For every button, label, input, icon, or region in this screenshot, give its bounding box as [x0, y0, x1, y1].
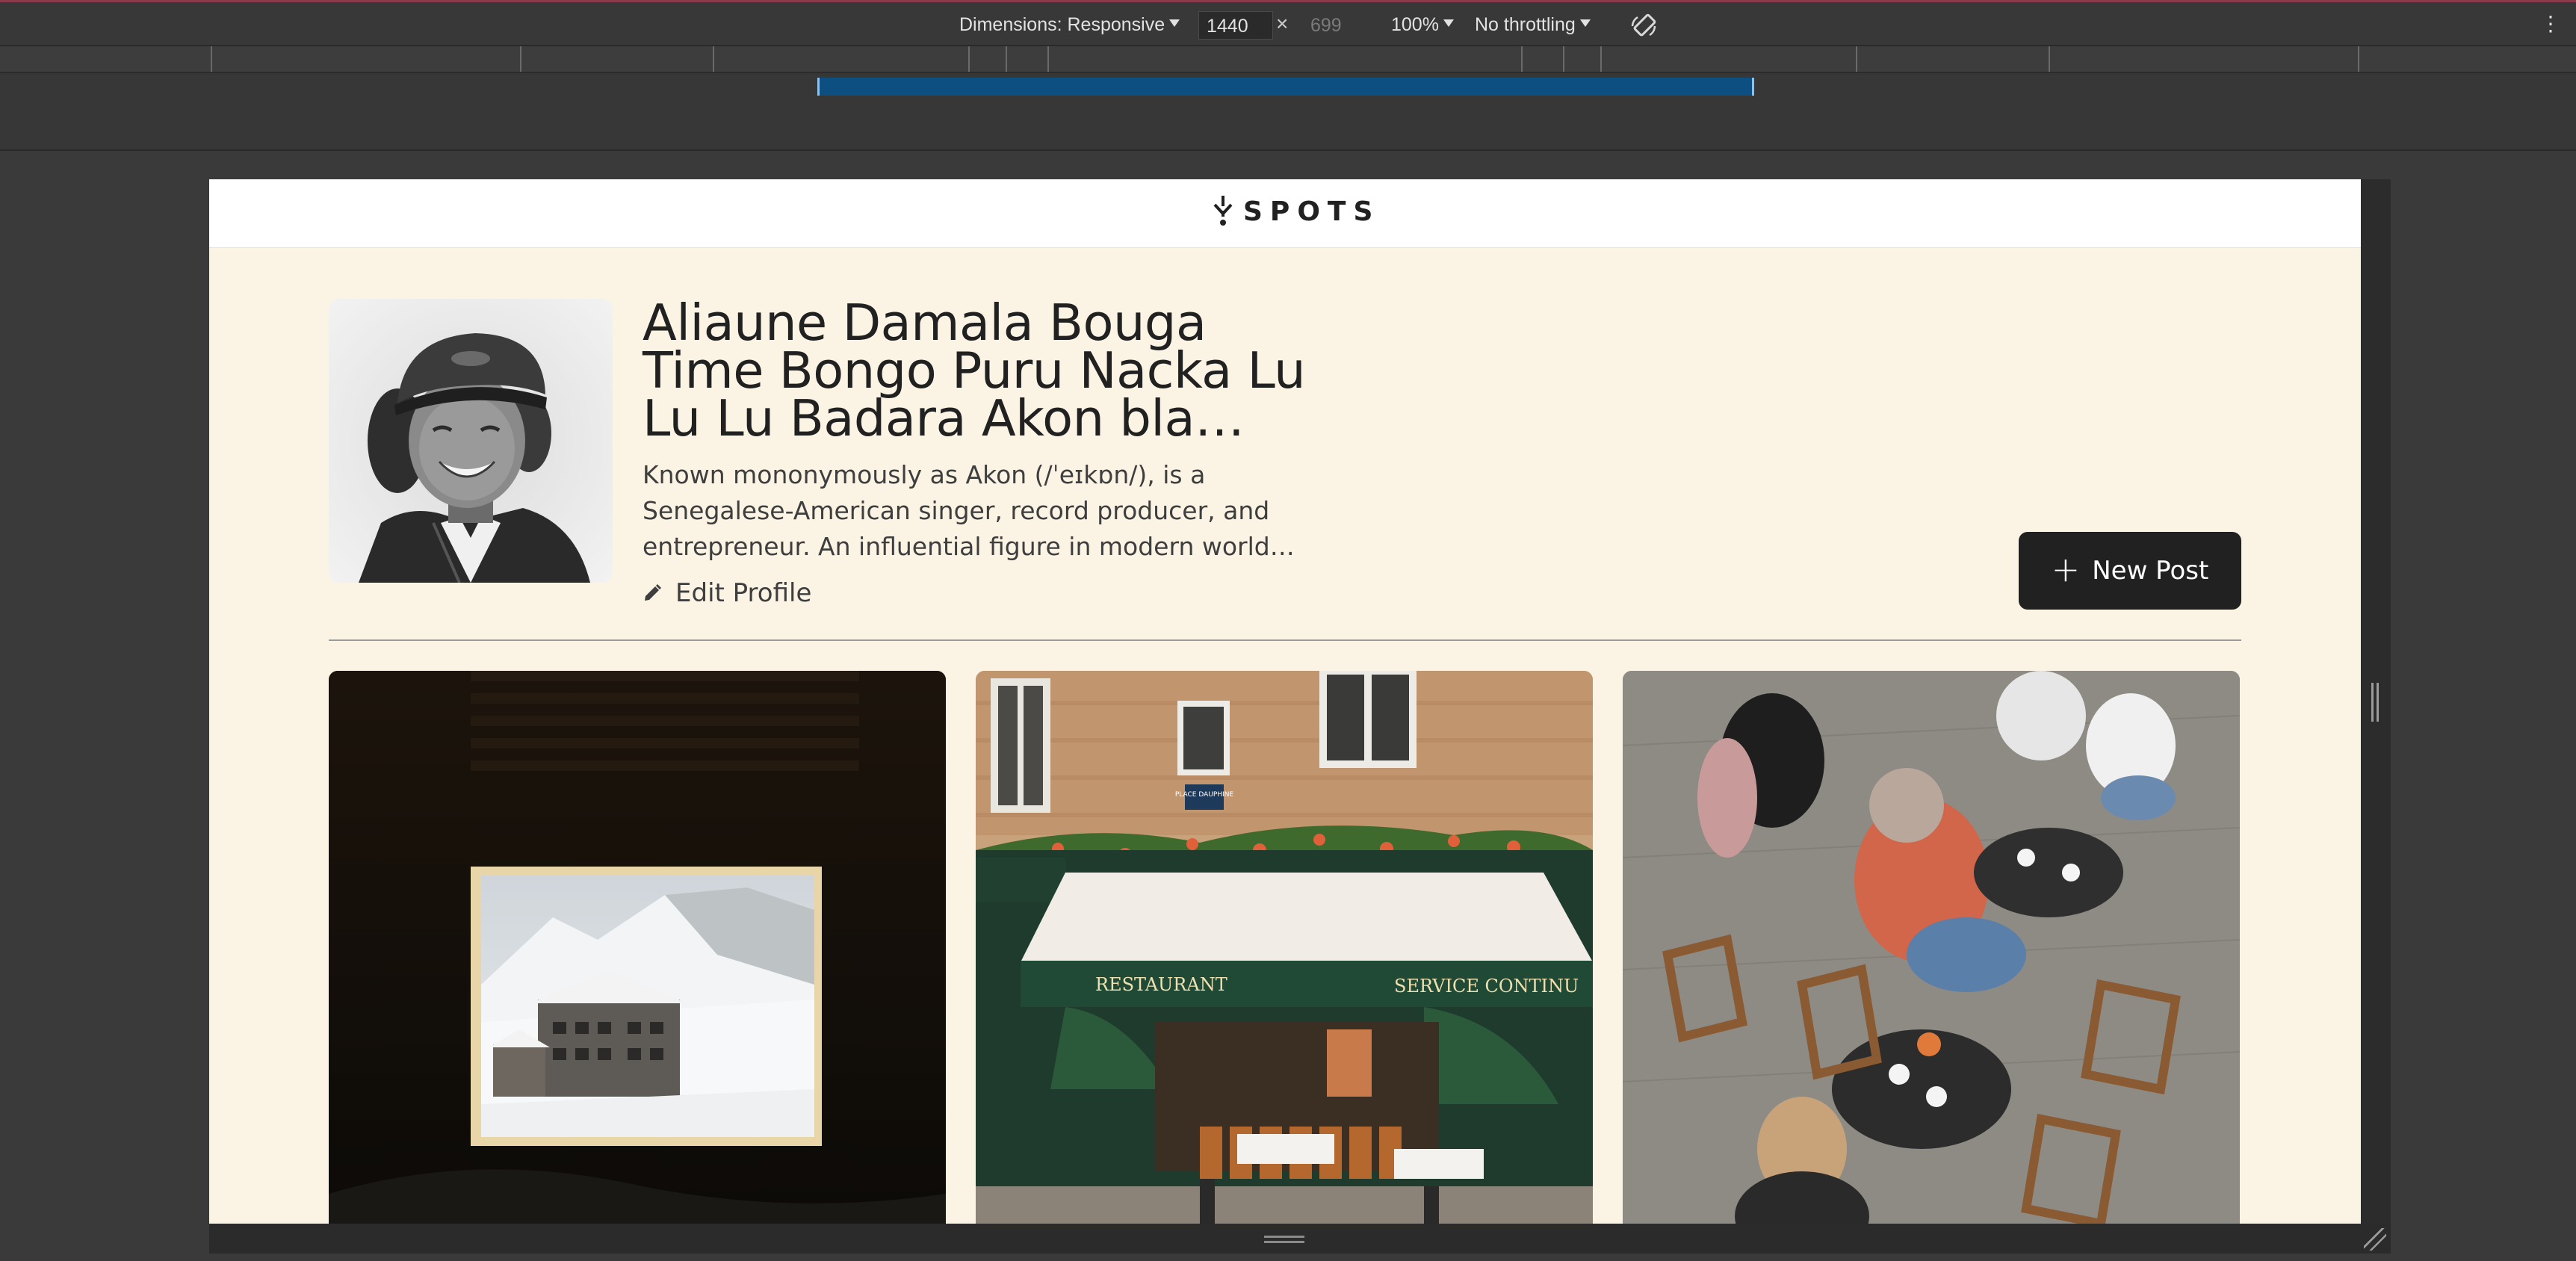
sign-right: SERVICE CONTINU: [1394, 976, 1579, 997]
dimensions-dropdown[interactable]: Dimensions: Responsive: [959, 14, 1180, 36]
site-header: SPOTS: [209, 179, 2361, 248]
ruler-tick: [520, 46, 521, 72]
post-image: [329, 671, 946, 1224]
dimensions-label: Dimensions: Responsive: [959, 14, 1165, 35]
profile-divider: [329, 639, 2241, 641]
logo-icon: [1213, 196, 1233, 226]
new-post-button[interactable]: + New Post: [2019, 532, 2241, 610]
height-input[interactable]: 699: [1303, 11, 1378, 40]
profile-name: Aliaune Damala Bouga Time Bongo Puru Nac…: [643, 294, 1306, 447]
ruler-tick: [211, 46, 212, 72]
post-card[interactable]: [329, 671, 946, 1224]
ruler-tick: [1856, 46, 1857, 72]
throttle-dropdown[interactable]: No throttling: [1475, 14, 1591, 36]
zoom-dropdown[interactable]: 100%: [1391, 14, 1454, 36]
devtools-toolbar: Dimensions: Responsive 1440 × 699 100% N…: [0, 0, 2576, 46]
width-input[interactable]: 1440: [1198, 11, 1273, 40]
sign-left: RESTAURANT: [1095, 974, 1227, 995]
post-image: [1623, 671, 2240, 1224]
post-card[interactable]: [1623, 671, 2240, 1224]
pencil-icon: [645, 584, 661, 601]
chevron-down-icon: [1443, 19, 1454, 28]
throttle-label: No throttling: [1475, 14, 1576, 35]
chevron-down-icon: [1169, 19, 1180, 28]
plaque-text: PLACE DAUPHINE: [1175, 791, 1234, 799]
media-query-bar: [0, 73, 2576, 151]
ruler-tick: [1600, 46, 1602, 72]
zoom-label: 100%: [1391, 14, 1439, 35]
ruler-tick: [2049, 46, 2050, 72]
ruler-tick: [1563, 46, 1564, 72]
logo-text: SPOTS: [1243, 196, 1381, 227]
profile-bio: Known mononymously as Akon (/ˈeɪkɒn/), i…: [643, 460, 1295, 561]
media-query-range[interactable]: [817, 78, 1754, 96]
ruler-bar: [0, 46, 2576, 73]
post-card[interactable]: PLACE DAUPHINE RESTAURANT SERVICE CONTIN…: [976, 671, 1593, 1224]
ruler-tick: [2358, 46, 2359, 72]
avatar: [329, 299, 613, 583]
corner-resize-icon[interactable]: [2364, 1228, 2386, 1251]
site-logo[interactable]: SPOTS: [1213, 196, 1380, 227]
edit-profile-button[interactable]: Edit Profile: [643, 578, 811, 608]
post-image: PLACE DAUPHINE RESTAURANT SERVICE CONTIN…: [976, 671, 1593, 1224]
ruler-tick: [968, 46, 970, 72]
edit-profile-label: Edit Profile: [675, 578, 812, 608]
ruler-tick: [1047, 46, 1049, 72]
new-post-label: New Post: [2092, 556, 2209, 586]
device-viewport: SPOTS Aliaune Damala Bouga Time Bongo Pu…: [209, 179, 2361, 1224]
resize-grip-icon[interactable]: [2371, 683, 2374, 722]
times-separator: ×: [1276, 12, 1289, 35]
ruler-tick: [713, 46, 714, 72]
ruler-tick: [1006, 46, 1007, 72]
ruler-tick: [1521, 46, 1523, 72]
chevron-down-icon: [1579, 19, 1591, 28]
more-options-icon[interactable]: ⋮: [2540, 11, 2561, 36]
resize-grip-icon: [1264, 1236, 1304, 1238]
viewport-resize-handle-right[interactable]: [2361, 179, 2391, 1224]
plus-icon: +: [2051, 549, 2081, 589]
viewport-resize-handle-bottom[interactable]: [209, 1224, 2391, 1254]
rotate-icon[interactable]: [1629, 11, 1659, 46]
